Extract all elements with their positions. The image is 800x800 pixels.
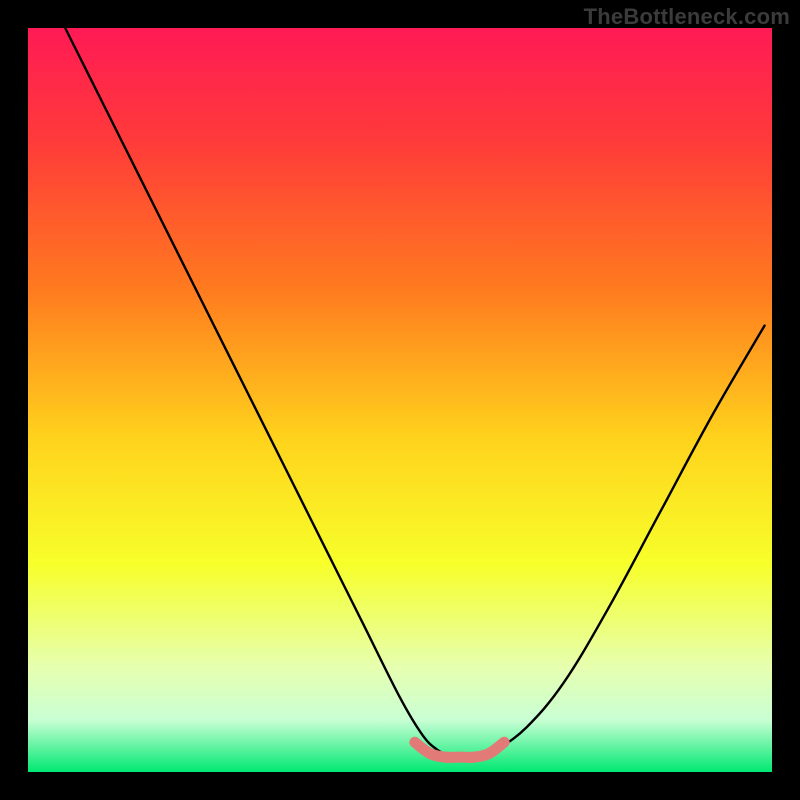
bottleneck-chart [0, 0, 800, 800]
plot-background [28, 28, 772, 772]
chart-stage: TheBottleneck.com [0, 0, 800, 800]
watermark-text: TheBottleneck.com [584, 4, 790, 30]
